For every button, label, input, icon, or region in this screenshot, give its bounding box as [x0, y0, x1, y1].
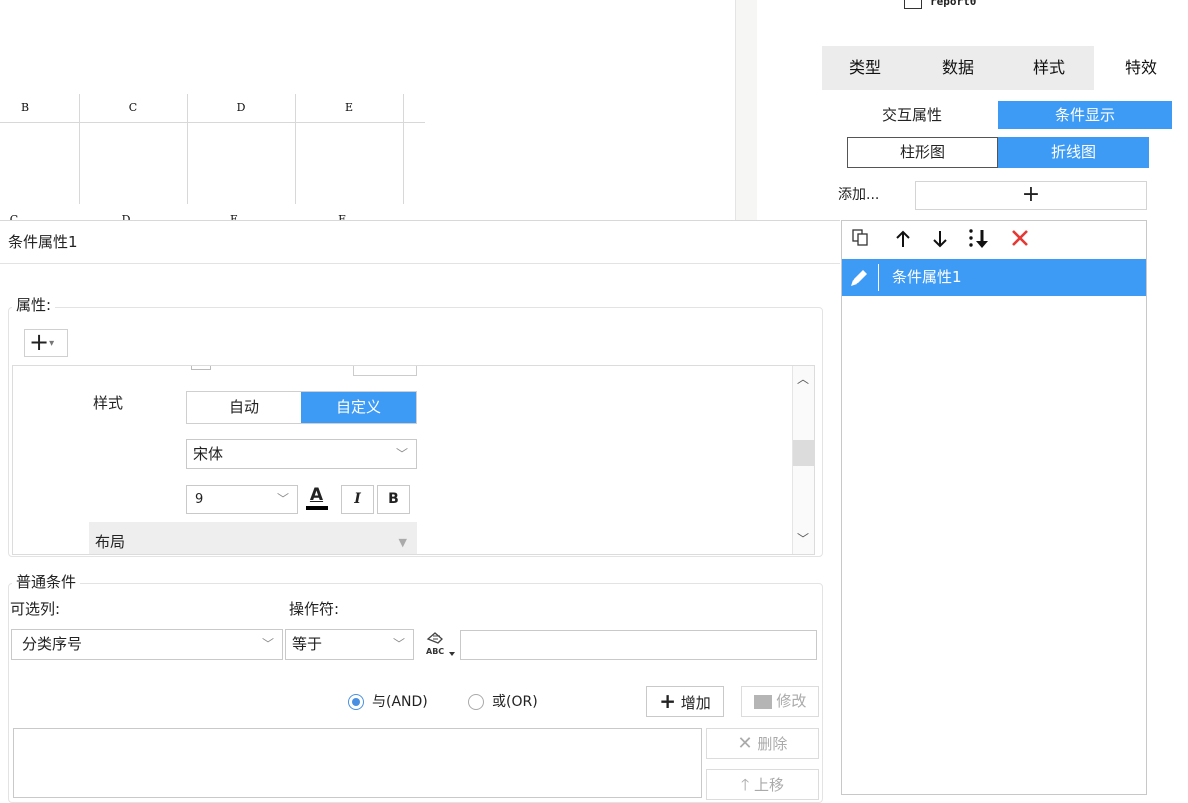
- delete-x-icon[interactable]: [1010, 228, 1030, 248]
- add-attribute-button[interactable]: +▾: [24, 329, 68, 357]
- item-divider: [878, 264, 879, 291]
- arrow-up-icon[interactable]: [894, 229, 912, 249]
- italic-button[interactable]: I: [341, 485, 374, 514]
- x-icon: ✕: [737, 733, 753, 754]
- report-tree-node-box[interactable]: [904, 0, 922, 9]
- column-header-d[interactable]: D: [187, 94, 295, 122]
- style-auto-option[interactable]: 自动: [187, 392, 301, 423]
- report-tree-label[interactable]: report0: [930, 0, 976, 10]
- font-color-swatch: [305, 506, 328, 510]
- svg-text:ABC: ABC: [426, 647, 444, 656]
- chevron-down-icon: ﹀: [395, 447, 408, 461]
- condition-name[interactable]: 条件属性1: [8, 227, 78, 257]
- radio-dot: [352, 698, 360, 706]
- header-divider: [0, 122, 425, 123]
- font-size-value: 9: [195, 492, 204, 507]
- font-color-button[interactable]: A: [301, 484, 332, 514]
- column-value: 分类序号: [22, 635, 83, 653]
- arrow-down-icon[interactable]: [931, 229, 949, 249]
- font-family-select[interactable]: 宋体 ﹀: [186, 439, 417, 469]
- report-sheet[interactable]: B C D E C D E F: [0, 0, 735, 222]
- tab-conditional-display[interactable]: 条件显示: [998, 101, 1172, 129]
- name-divider: [0, 263, 840, 264]
- add-label: 添加...: [838, 187, 880, 203]
- font-family-value: 宋体: [193, 445, 224, 463]
- grid-line: [403, 94, 404, 204]
- scroll-thumb[interactable]: [793, 440, 814, 466]
- scroll-down-icon[interactable]: ﹀: [797, 530, 809, 547]
- modify-button-label: 修改: [776, 692, 807, 710]
- tab-type[interactable]: 类型: [822, 46, 908, 90]
- bold-button[interactable]: B: [377, 485, 410, 514]
- chevron-down-icon: ▼: [398, 536, 407, 549]
- tab-style[interactable]: 样式: [1006, 46, 1092, 90]
- attribute-group-label: 属性:: [12, 293, 56, 317]
- list-item[interactable]: 条件属性1: [842, 259, 1146, 296]
- operator-label: 操作符:: [289, 600, 340, 618]
- cell-partial: E: [229, 213, 239, 220]
- condition-attribute-dialog: 条件属性1 属性: +▾ 样式 自动 自定义 宋体 ﹀ 9 ﹀ A I B 布局: [0, 220, 840, 803]
- tab-effects[interactable]: 特效: [1094, 46, 1188, 90]
- style-custom-option[interactable]: 自定义: [301, 392, 416, 423]
- column-select[interactable]: 分类序号 ﹀: [11, 629, 283, 660]
- modify-icon: [753, 694, 772, 709]
- arrow-up-icon: 🡑: [740, 775, 750, 794]
- operator-value: 等于: [292, 635, 323, 653]
- cell-partial: F: [338, 213, 346, 220]
- plus-icon: +: [659, 689, 676, 713]
- font-size-select[interactable]: 9 ﹀: [186, 485, 298, 514]
- move-to-bottom-icon[interactable]: [967, 227, 991, 251]
- add-condition-button[interactable]: +: [915, 181, 1147, 210]
- radio-and[interactable]: [348, 694, 364, 710]
- move-up-condition-button[interactable]: 🡑 上移: [706, 769, 819, 800]
- chevron-down-icon: ﹀: [261, 637, 274, 651]
- add-attribute-plus: +: [29, 328, 50, 356]
- panel-gutter: [735, 0, 757, 222]
- condition-value-input[interactable]: [460, 630, 817, 660]
- layout-section-header[interactable]: 布局 ▼: [89, 522, 417, 554]
- tab-line-chart[interactable]: 折线图: [998, 137, 1149, 168]
- font-color-icon: A: [309, 485, 324, 505]
- pencil-icon: [848, 268, 870, 288]
- cell-partial: C: [9, 213, 19, 220]
- scroll-up-icon[interactable]: ︿: [797, 370, 809, 387]
- column-header-b[interactable]: B: [0, 94, 79, 122]
- radio-and-label[interactable]: 与(AND): [372, 690, 428, 714]
- attribute-scroll-area[interactable]: 样式 自动 自定义 宋体 ﹀ 9 ﹀ A I B 布局 ▼ ︿ ﹀: [12, 365, 815, 555]
- copy-icon[interactable]: [852, 229, 870, 247]
- abc-formula-icon[interactable]: ABC: [423, 630, 455, 658]
- scrollbar[interactable]: ︿ ﹀: [792, 366, 814, 554]
- normal-condition-label: 普通条件: [12, 570, 81, 594]
- list-item-label: 条件属性1: [892, 268, 962, 286]
- column-label: 可选列:: [10, 600, 61, 618]
- column-header-e[interactable]: E: [295, 94, 403, 122]
- tab-interaction-properties[interactable]: 交互属性: [826, 101, 998, 129]
- chevron-down-icon: ﹀: [276, 492, 289, 506]
- tab-data[interactable]: 数据: [915, 46, 1001, 90]
- modify-button[interactable]: 修改: [741, 686, 819, 717]
- cell-partial: D: [121, 213, 131, 220]
- chevron-down-icon: ﹀: [392, 637, 405, 651]
- style-mode-toggle: 自动 自定义: [186, 391, 417, 424]
- clipped-input: [353, 366, 417, 376]
- condition-list-box[interactable]: [13, 728, 702, 798]
- radio-or[interactable]: [468, 694, 484, 710]
- tab-bar-chart[interactable]: 柱形图: [847, 137, 998, 168]
- column-header-c[interactable]: C: [79, 94, 187, 122]
- condition-list[interactable]: 条件属性1: [841, 220, 1147, 795]
- operator-select[interactable]: 等于 ﹀: [285, 629, 414, 660]
- clipped-checkbox: [191, 366, 211, 370]
- delete-condition-button[interactable]: ✕ 删除: [706, 728, 819, 759]
- style-label: 样式: [93, 394, 124, 412]
- radio-or-label[interactable]: 或(OR): [492, 690, 538, 714]
- delete-button-label: 删除: [757, 735, 788, 753]
- add-condition-row-button[interactable]: + 增加: [646, 686, 724, 717]
- chevron-down-icon: ▾: [49, 338, 55, 349]
- move-up-button-label: 上移: [754, 776, 785, 794]
- add-button-label: 增加: [680, 694, 711, 712]
- layout-label: 布局: [95, 533, 126, 551]
